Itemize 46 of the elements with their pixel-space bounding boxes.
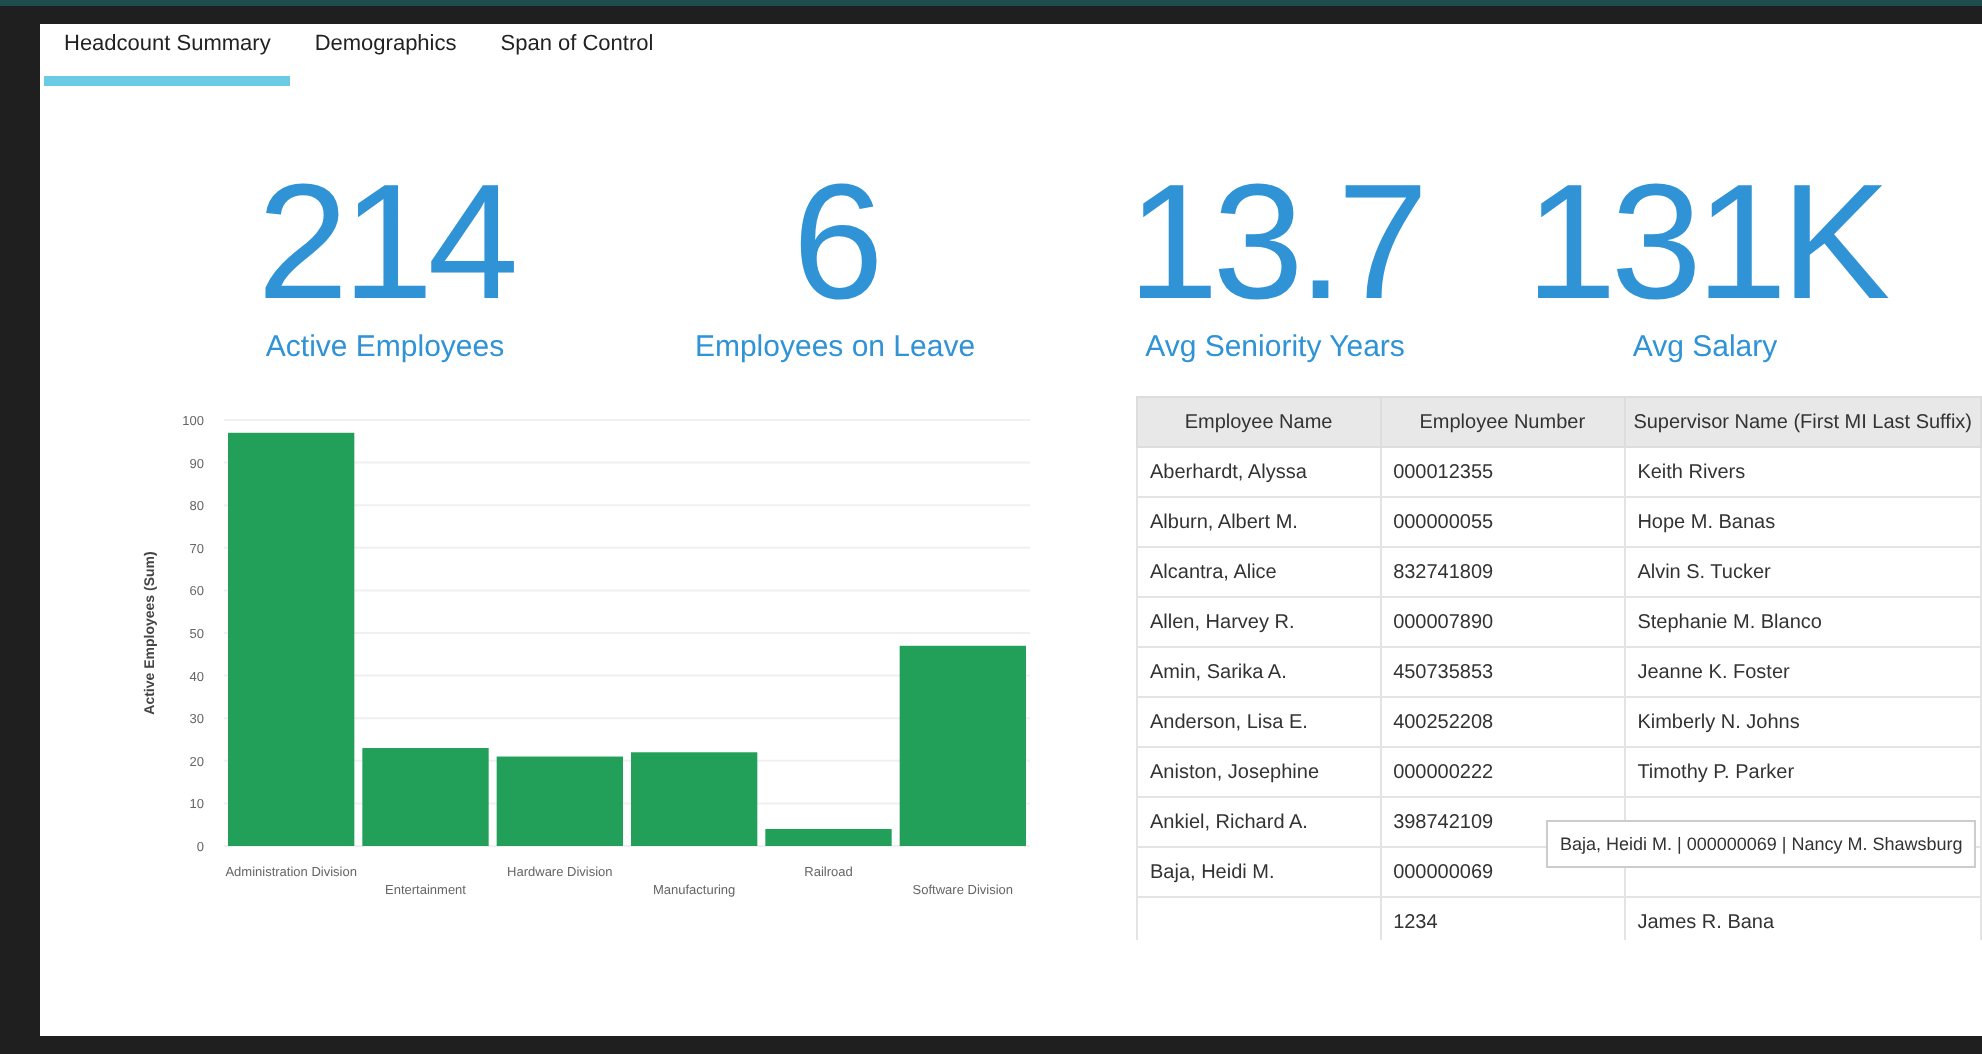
tab[interactable]: Headcount Summary bbox=[44, 24, 291, 86]
column-header: Employee Name bbox=[1137, 397, 1381, 447]
table-cell: Keith Rivers bbox=[1637, 461, 1746, 483]
table-cell: Amin, Sarika A. bbox=[1150, 661, 1287, 683]
kpi-label: Avg Seniority Years bbox=[1143, 330, 1407, 364]
table-cell: 450735853 bbox=[1393, 661, 1494, 683]
kpi-label: Employees on Leave bbox=[692, 330, 978, 364]
table-cell: Stephanie M. Blanco bbox=[1637, 611, 1822, 633]
table-cell: Jeanne K. Foster bbox=[1637, 661, 1790, 683]
bar bbox=[362, 748, 489, 846]
bar bbox=[631, 752, 758, 846]
table-cell: 832741809 bbox=[1393, 561, 1494, 583]
table-cell: Alvin S. Tucker bbox=[1637, 561, 1771, 583]
table-cell: 000012355 bbox=[1393, 461, 1494, 483]
bar bbox=[765, 828, 892, 846]
table-cell: Hope M. Banas bbox=[1637, 511, 1776, 533]
table-cell: 1234 bbox=[1393, 911, 1438, 933]
kpi-label: Avg Salary bbox=[1630, 330, 1780, 364]
kpi-value: 214 bbox=[255, 162, 516, 326]
bar bbox=[496, 756, 623, 846]
table-cell: 000007890 bbox=[1393, 611, 1494, 633]
table-cell: James R. Bana bbox=[1637, 911, 1775, 933]
kpi-value: 6 bbox=[790, 162, 880, 326]
table-cell: 000000055 bbox=[1393, 511, 1494, 533]
table-cell: Allen, Harvey R. bbox=[1150, 611, 1295, 633]
table-cell: Timothy P. Parker bbox=[1637, 761, 1795, 783]
table-cell: 000000222 bbox=[1393, 761, 1494, 783]
table-cell: 400252208 bbox=[1393, 711, 1494, 733]
kpi-value: 13.7 bbox=[1125, 162, 1425, 326]
table-cell: Anderson, Lisa E. bbox=[1150, 711, 1308, 733]
table-cell: Aniston, Josephine bbox=[1150, 761, 1320, 783]
table-cell: Aberhardt, Alyssa bbox=[1150, 461, 1307, 483]
table-cell: Ankiel, Richard A. bbox=[1150, 811, 1308, 833]
kpi-label: Active Employees bbox=[263, 330, 507, 364]
tab[interactable]: Span of Control bbox=[480, 24, 674, 86]
table-cell: Kimberly N. Johns bbox=[1637, 711, 1800, 733]
column-header: Employee Number bbox=[1380, 397, 1625, 447]
table-cell: Alcantra, Alice bbox=[1150, 561, 1277, 583]
table-cell: Alburn, Albert M. bbox=[1150, 511, 1298, 533]
tooltip: Baja, Heidi M. | 000000069 | Nancy M. Shawsburg bbox=[1546, 820, 1977, 868]
kpi-value: 131K bbox=[1523, 162, 1888, 326]
tab[interactable]: Demographics bbox=[294, 24, 477, 86]
table-cell: 398742109 bbox=[1393, 811, 1494, 833]
table-cell: Baja, Heidi M. bbox=[1150, 861, 1275, 883]
table-cell: 000000069 bbox=[1393, 861, 1494, 883]
column-header: Supervisor Name (First MI Last Suffix) bbox=[1624, 397, 1981, 447]
